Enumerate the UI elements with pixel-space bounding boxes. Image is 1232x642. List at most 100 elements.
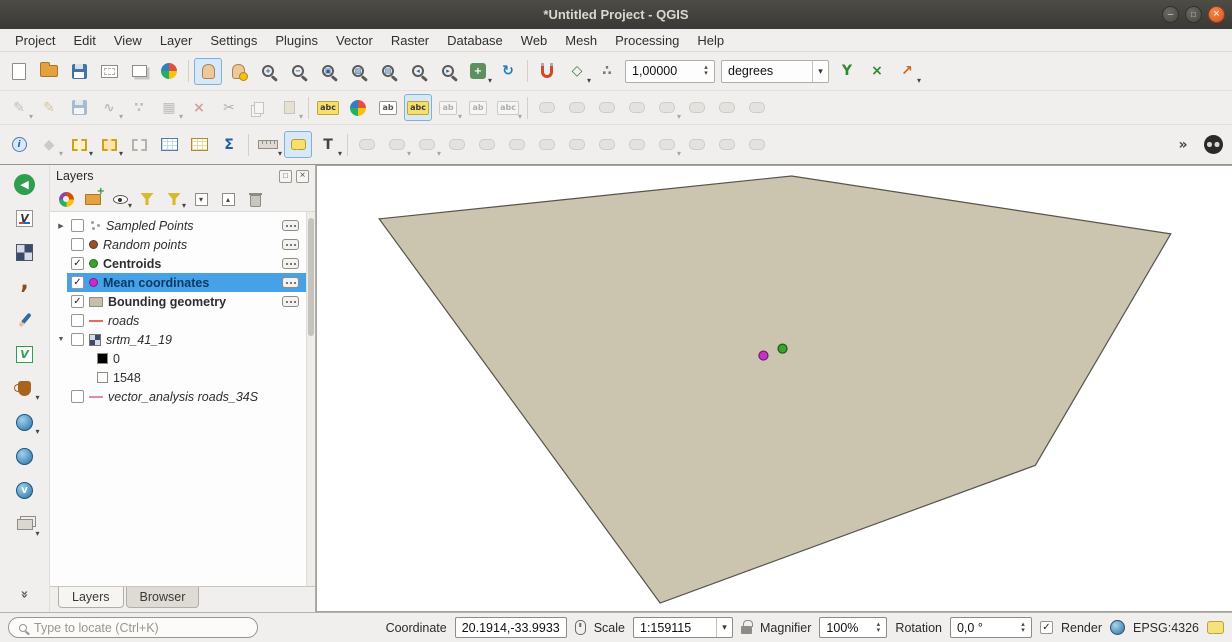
lock-scale-icon[interactable] [741,626,752,634]
layer-visibility-checkbox[interactable] [71,333,84,346]
show-layout-manager-button[interactable] [125,58,153,85]
open-layer-styling-button[interactable] [54,188,78,210]
move-feature-button[interactable] [413,131,441,158]
layer-indicator-icon[interactable] [282,296,299,307]
rotate-label-button[interactable]: ab [464,94,492,121]
layer-visibility-checkbox[interactable] [71,314,84,327]
deselect-features-button[interactable] [125,131,153,158]
dropdown-arrow-icon[interactable] [812,61,828,82]
expander-icon[interactable]: ▼ [56,336,66,343]
add-spatialite-layer-button[interactable] [10,306,40,334]
menu-database[interactable]: Database [438,31,512,50]
new-project-button[interactable] [5,58,33,85]
menu-plugins[interactable]: Plugins [266,31,327,50]
map-tips-button[interactable] [284,131,312,158]
zoom-last-button[interactable]: ◂ [404,58,432,85]
menu-layer[interactable]: Layer [151,31,202,50]
field-calculator-button[interactable] [185,131,213,158]
change-diagram-button[interactable] [653,94,681,121]
snap-units-combo[interactable]: degrees [721,60,829,83]
save-project-button[interactable] [65,58,93,85]
menu-settings[interactable]: Settings [201,31,266,50]
layer-visibility-checkbox[interactable] [71,219,84,232]
data-source-manager-button[interactable]: ◀ [10,170,40,198]
menu-help[interactable]: Help [688,31,733,50]
vertex-filter-button[interactable] [653,131,681,158]
expand-all-button[interactable] [189,188,213,210]
style-manager-button[interactable] [155,58,183,85]
pan-to-selection-button[interactable] [224,58,252,85]
layer-indicator-icon[interactable] [282,277,299,288]
rotate-feature-button[interactable] [443,131,471,158]
topological-editing-button[interactable]: Y [833,58,861,85]
minimize-button[interactable] [1162,6,1179,23]
digitize-with-segment-button[interactable]: ∿ [95,94,123,121]
add-oracle-layer-button[interactable] [10,374,40,402]
menu-raster[interactable]: Raster [382,31,438,50]
copy-features-button[interactable] [245,94,273,121]
dropdown-arrow-icon[interactable] [716,618,732,637]
add-wms-layer-button[interactable] [10,408,40,436]
change-label-button[interactable]: abc [494,94,522,121]
identify-features-button[interactable]: i [5,131,33,158]
layer-visibility-checkbox[interactable] [71,295,84,308]
layer-visibility-checkbox[interactable] [71,257,84,270]
select-by-expression-button[interactable] [95,131,123,158]
add-raster-layer-button[interactable] [10,238,40,266]
layer-visibility-checkbox[interactable] [71,276,84,289]
rotate-point-symbols-button[interactable] [683,131,711,158]
current-edits-button[interactable]: ✎ [5,94,33,121]
pin-diagrams-button[interactable] [533,94,561,121]
circular-string-button[interactable] [383,131,411,158]
add-vector-layer-button[interactable]: V [10,204,40,232]
callout-offset-button[interactable] [713,94,741,121]
menu-web[interactable]: Web [512,31,557,50]
move-diagram-button[interactable] [593,94,621,121]
feature-action-button[interactable]: ◆ [35,131,63,158]
paste-features-button[interactable] [275,94,303,121]
cut-features-button[interactable]: ✂ [215,94,243,121]
layer-item[interactable]: ▼srtm_41_19 [50,330,315,349]
zoom-in-button[interactable]: + [254,58,282,85]
left-toolbar-overflow-button[interactable]: » [10,580,40,608]
messages-icon[interactable] [1207,621,1224,634]
split-features-button[interactable] [533,131,561,158]
tab-browser[interactable]: Browser [126,587,200,608]
layer-indicator-icon[interactable] [282,239,299,250]
crs-label[interactable]: EPSG:4326 [1133,621,1199,635]
layer-indicator-icon[interactable] [282,258,299,269]
add-virtual-layer-button[interactable]: V [10,340,40,368]
rotate-diagram-button[interactable] [623,94,651,121]
layer-labeling-button[interactable]: abc [314,94,342,121]
spinner-arrows-icon[interactable] [872,622,884,634]
scale-combo[interactable]: 1:159115 [633,617,733,638]
menu-project[interactable]: Project [6,31,64,50]
offset-point-symbols-button[interactable] [713,131,741,158]
show-hidden-diagrams-button[interactable] [563,94,591,121]
pin-labels-button[interactable]: ab [374,94,402,121]
menu-processing[interactable]: Processing [606,31,688,50]
layer-item[interactable]: Bounding geometry [50,292,315,311]
save-edits-button[interactable] [65,94,93,121]
new-layer-button[interactable] [10,510,40,538]
undock-panel-button[interactable] [279,170,292,183]
add-wfs-layer-button[interactable]: V [10,476,40,504]
layers-scrollbar[interactable] [306,212,315,586]
select-features-button[interactable] [65,131,93,158]
merge-attributes-button[interactable] [623,131,651,158]
snapping-options-button[interactable] [533,58,561,85]
layer-indicator-icon[interactable] [282,220,299,231]
snapping-mode-button[interactable]: ◇ [563,58,591,85]
legend-entry[interactable]: 1548 [50,368,315,387]
reshape-features-button[interactable] [503,131,531,158]
layer-item[interactable]: Centroids [50,254,315,273]
toolbar-overflow-button[interactable]: » [1169,131,1197,158]
menu-view[interactable]: View [105,31,151,50]
extents-toggle-icon[interactable] [575,620,586,635]
split-parts-button[interactable] [563,131,591,158]
trim-extend-button[interactable] [743,131,771,158]
layer-item[interactable]: roads [50,311,315,330]
highlight-labels-button[interactable]: abc [404,94,432,121]
filter-by-expression-button[interactable] [162,188,186,210]
zoom-to-layer-button[interactable]: ▤ [374,58,402,85]
